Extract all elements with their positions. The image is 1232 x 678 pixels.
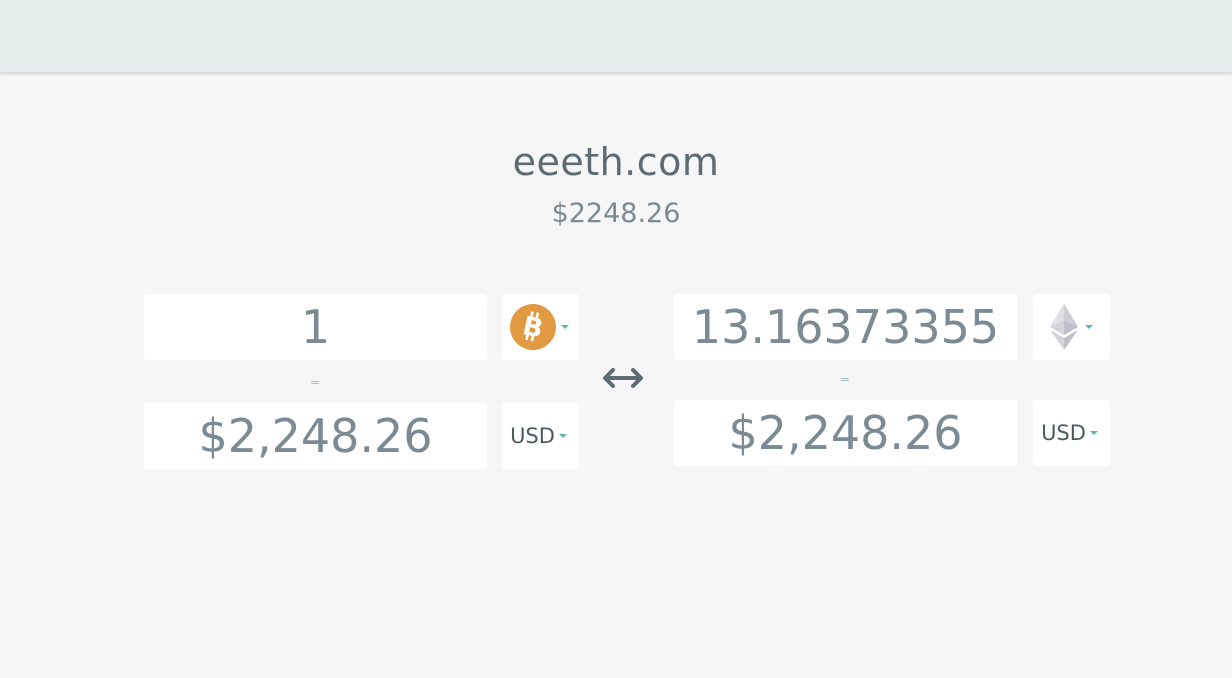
left-crypto-amount-field[interactable] xyxy=(144,294,487,360)
ethereum-icon xyxy=(1049,304,1078,350)
right-fiat-currency-label: USD xyxy=(1041,421,1086,445)
left-fiat-amount-input[interactable] xyxy=(144,403,487,469)
right-fiat-amount-input[interactable] xyxy=(674,400,1017,466)
left-crypto-amount-input[interactable] xyxy=(144,294,487,360)
right-fiat-select[interactable]: USD xyxy=(1033,400,1110,466)
left-fiat-currency-label: USD xyxy=(510,424,555,448)
right-fiat-amount-field[interactable] xyxy=(674,400,1017,466)
right-crypto-select[interactable] xyxy=(1033,294,1110,360)
top-bar xyxy=(0,0,1232,74)
chevron-down-icon xyxy=(1089,431,1098,435)
chevron-down-icon xyxy=(558,434,567,438)
right-equals-sign: = xyxy=(840,373,850,386)
chevron-down-icon xyxy=(560,325,569,329)
eth-price: $2248.26 xyxy=(551,198,681,229)
chevron-down-icon xyxy=(1084,325,1093,329)
left-fiat-select[interactable]: USD xyxy=(502,403,579,469)
left-crypto-select[interactable]: B xyxy=(502,294,579,360)
left-fiat-amount-field[interactable] xyxy=(144,403,487,469)
double-arrow-icon[interactable] xyxy=(600,363,646,393)
left-equals-sign: = xyxy=(310,376,320,389)
right-crypto-amount-input[interactable] xyxy=(674,294,1017,360)
bitcoin-icon: B xyxy=(509,304,556,350)
right-crypto-amount-field[interactable] xyxy=(674,294,1017,360)
site-title: eeeth.com xyxy=(512,140,720,184)
